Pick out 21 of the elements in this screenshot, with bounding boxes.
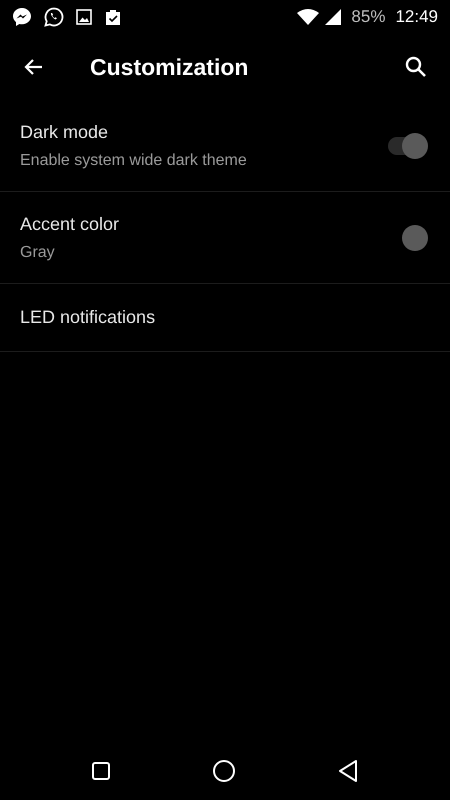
- screen-title: Customization: [90, 52, 250, 82]
- setting-row[interactable]: LED notifications: [0, 284, 450, 352]
- clock: 12:49: [395, 6, 438, 28]
- wifi-icon: [297, 9, 320, 25]
- search-icon[interactable]: [404, 55, 428, 79]
- setting-title: Dark mode: [20, 120, 110, 144]
- battery-level: 85%: [351, 6, 386, 28]
- setting-summary: Enable system wide dark theme: [20, 150, 247, 170]
- messenger-icon: [12, 7, 32, 27]
- setting-title: LED notifications: [20, 306, 156, 329]
- recents-icon[interactable]: [90, 761, 111, 781]
- home-icon[interactable]: [212, 759, 236, 783]
- briefcase-check-icon: [104, 8, 122, 26]
- setting-row[interactable]: Accent color Gray: [0, 192, 450, 284]
- image-icon: [76, 9, 92, 25]
- setting-title: Accent color: [20, 212, 120, 236]
- chat-bubble-icon: [44, 7, 64, 27]
- setting-row[interactable]: Dark mode Enable system wide dark theme: [0, 100, 450, 192]
- back-icon[interactable]: [337, 759, 360, 783]
- signal-icon: [325, 9, 342, 25]
- setting-summary: Gray: [20, 242, 56, 262]
